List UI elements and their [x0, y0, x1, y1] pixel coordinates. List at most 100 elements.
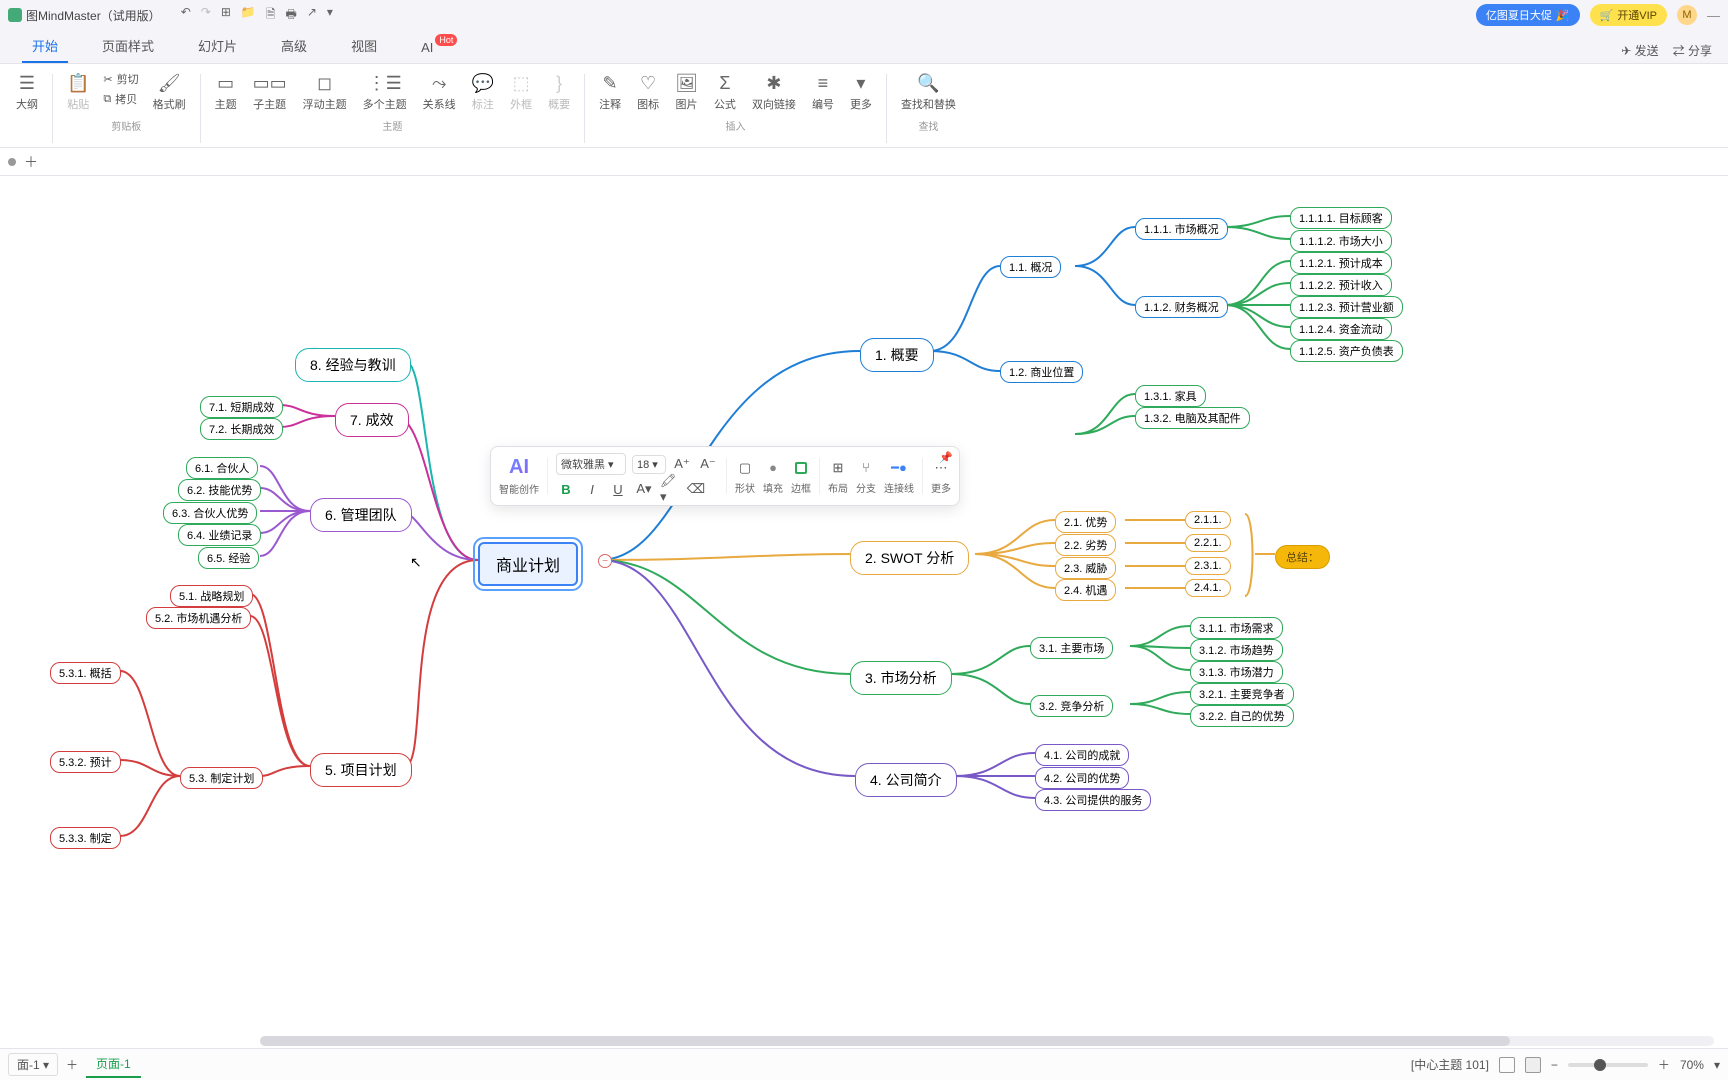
node-5-1[interactable]: 5.1. 战略规划	[170, 585, 253, 607]
node-7-2[interactable]: 7.2. 长期成效	[200, 418, 283, 440]
node-4[interactable]: 4. 公司简介	[855, 763, 957, 797]
border-button[interactable]	[791, 458, 811, 478]
node-1-1-2-2[interactable]: 1.1.2.2. 预计收入	[1290, 274, 1392, 296]
view-mode-1-icon[interactable]	[1499, 1057, 1515, 1073]
canvas-scrollbar-h[interactable]	[260, 1036, 1714, 1046]
node-2-2[interactable]: 2.2. 劣势	[1055, 534, 1116, 556]
node-center[interactable]: 商业计划	[478, 542, 578, 586]
subtopic-button[interactable]: ▭▭子主题	[247, 70, 293, 114]
node-2-summary[interactable]: 总结：	[1275, 545, 1330, 569]
zoom-dropdown-icon[interactable]: ▾	[1714, 1058, 1720, 1072]
node-1-1-1[interactable]: 1.1.1. 市场概况	[1135, 218, 1228, 240]
layout-button[interactable]: ⊞	[828, 458, 848, 478]
pin-icon[interactable]: 📌	[939, 451, 953, 464]
tab-page-style[interactable]: 页面样式	[80, 28, 176, 63]
branch-button[interactable]: ⑂	[856, 458, 876, 478]
tab-ai[interactable]: AIHot	[399, 32, 455, 63]
zoom-out-button[interactable]: −	[1551, 1058, 1558, 1072]
node-6-4[interactable]: 6.4. 业绩记录	[178, 524, 261, 546]
page-selector[interactable]: 面-1 ▾	[8, 1053, 58, 1076]
node-1-1-2-5[interactable]: 1.1.2.5. 资产负债表	[1290, 340, 1403, 362]
doc-tab-dot-icon[interactable]	[8, 158, 16, 166]
undo-icon[interactable]: ↶	[181, 5, 191, 26]
mindmap-canvas[interactable]: 商业计划 − 1. 概要 1.1. 概况 1.2. 商业位置 1.1.1. 市场…	[0, 176, 1728, 1048]
collapse-toggle[interactable]: −	[598, 554, 612, 568]
node-7[interactable]: 7. 成效	[335, 403, 409, 437]
font-size-select[interactable]: 18 ▾	[632, 455, 666, 474]
node-1-1[interactable]: 1.1. 概况	[1000, 256, 1061, 278]
node-6-1[interactable]: 6.1. 合伙人	[186, 457, 258, 479]
node-1-3-2[interactable]: 1.3.2. 电脑及其配件	[1135, 407, 1250, 429]
node-3[interactable]: 3. 市场分析	[850, 661, 952, 695]
new-doc-tab[interactable]: ＋	[24, 152, 38, 172]
font-color-button[interactable]: A▾	[634, 479, 654, 499]
node-2-3-1[interactable]: 2.3.1.	[1185, 557, 1231, 575]
node-1-1-2-4[interactable]: 1.1.2.4. 资金流动	[1290, 318, 1392, 340]
node-3-1-3[interactable]: 3.1.3. 市场潜力	[1190, 661, 1283, 683]
formula-button[interactable]: Σ公式	[708, 70, 742, 114]
save-icon[interactable]: 🗎	[266, 5, 276, 26]
new-icon[interactable]: ⊞	[221, 5, 231, 26]
image-button[interactable]: 🖼图片	[669, 70, 704, 114]
tab-slides[interactable]: 幻灯片	[176, 28, 259, 63]
node-1-1-2-3[interactable]: 1.1.2.3. 预计营业额	[1290, 296, 1403, 318]
format-painter-button[interactable]: 🖌格式刷	[147, 70, 192, 114]
node-1-2[interactable]: 1.2. 商业位置	[1000, 361, 1083, 383]
font-grow-icon[interactable]: A⁺	[672, 454, 692, 474]
node-5-3-3[interactable]: 5.3.3. 制定	[50, 827, 121, 849]
boundary-button[interactable]: ⬚外框	[504, 70, 538, 114]
node-6[interactable]: 6. 管理团队	[310, 498, 412, 532]
node-2-4[interactable]: 2.4. 机遇	[1055, 579, 1116, 601]
tab-start[interactable]: 开始	[10, 28, 80, 63]
tab-advanced[interactable]: 高级	[259, 28, 329, 63]
node-3-1-1[interactable]: 3.1.1. 市场需求	[1190, 617, 1283, 639]
bold-button[interactable]: B	[556, 479, 576, 499]
print-icon[interactable]: 🖶	[285, 5, 296, 26]
node-1-1-2[interactable]: 1.1.2. 财务概况	[1135, 296, 1228, 318]
promo-summer[interactable]: 亿图夏日大促 🎉	[1476, 4, 1580, 26]
redo-icon[interactable]: ↷	[201, 5, 211, 26]
view-mode-2-icon[interactable]	[1525, 1057, 1541, 1073]
export-icon[interactable]: ↗	[307, 5, 317, 26]
font-shrink-icon[interactable]: A⁻	[698, 454, 718, 474]
zoom-slider[interactable]	[1568, 1063, 1648, 1067]
shape-button[interactable]: ▢	[735, 458, 755, 478]
node-5-3-1[interactable]: 5.3.1. 概括	[50, 662, 121, 684]
node-3-1-2[interactable]: 3.1.2. 市场趋势	[1190, 639, 1283, 661]
relationship-button[interactable]: ⤳关系线	[417, 70, 462, 114]
copy-button[interactable]: ⧉ 拷贝	[99, 90, 142, 108]
node-6-2[interactable]: 6.2. 技能优势	[178, 479, 261, 501]
icon-button[interactable]: ♡图标	[631, 70, 665, 114]
send-button[interactable]: ✈ 发送	[1621, 42, 1658, 59]
fill-button[interactable]: ●	[763, 458, 783, 478]
open-icon[interactable]: 📁	[241, 5, 256, 26]
page-tab[interactable]: 页面-1	[86, 1051, 141, 1078]
callout-button[interactable]: 💬标注	[466, 70, 500, 114]
node-1-1-1-1[interactable]: 1.1.1.1. 目标顾客	[1290, 207, 1392, 229]
topic-button[interactable]: ▭主题	[209, 70, 243, 114]
node-2-2-1[interactable]: 2.2.1.	[1185, 534, 1231, 552]
node-1[interactable]: 1. 概要	[860, 338, 934, 372]
node-5[interactable]: 5. 项目计划	[310, 753, 412, 787]
node-5-3[interactable]: 5.3. 制定计划	[180, 767, 263, 789]
upgrade-vip-button[interactable]: 🛒 开通VIP	[1590, 4, 1667, 26]
node-8[interactable]: 8. 经验与教训	[295, 348, 411, 382]
node-6-5[interactable]: 6.5. 经验	[198, 547, 259, 569]
ai-icon[interactable]: AI	[509, 456, 529, 479]
node-3-1[interactable]: 3.1. 主要市场	[1030, 637, 1113, 659]
node-2-1-1[interactable]: 2.1.1.	[1185, 511, 1231, 529]
summary-button[interactable]: }概要	[542, 70, 576, 114]
node-2[interactable]: 2. SWOT 分析	[850, 541, 969, 575]
share-button[interactable]: ⇄ 分享	[1673, 42, 1712, 59]
more-insert-button[interactable]: ▾更多	[844, 70, 878, 114]
connector-button[interactable]: ━●	[889, 458, 909, 478]
node-4-3[interactable]: 4.3. 公司提供的服务	[1035, 789, 1151, 811]
node-2-4-1[interactable]: 2.4.1.	[1185, 579, 1231, 597]
user-avatar[interactable]: M	[1677, 5, 1697, 25]
node-2-1[interactable]: 2.1. 优势	[1055, 511, 1116, 533]
add-page-button[interactable]: ＋	[66, 1056, 78, 1073]
node-2-3[interactable]: 2.3. 威胁	[1055, 557, 1116, 579]
tab-view[interactable]: 视图	[329, 28, 399, 63]
node-7-1[interactable]: 7.1. 短期成效	[200, 396, 283, 418]
node-1-1-2-1[interactable]: 1.1.2.1. 预计成本	[1290, 252, 1392, 274]
